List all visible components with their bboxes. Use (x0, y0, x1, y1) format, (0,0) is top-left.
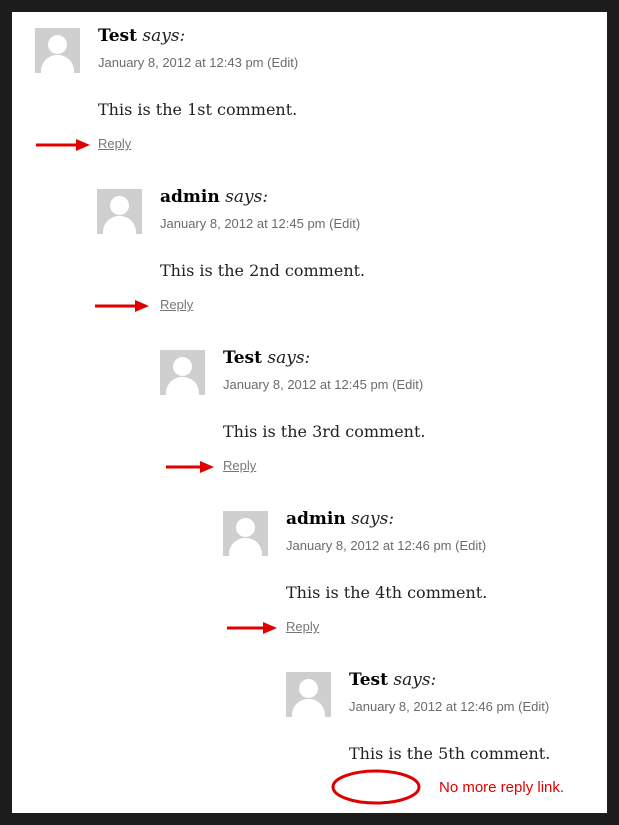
comment-author: Test (98, 26, 137, 46)
says-label: says: (351, 509, 395, 529)
annotation-note: No more reply link. (439, 779, 565, 796)
comment-date-link[interactable]: January 8, 2012 at 12:43 pm (Edit) (98, 55, 298, 70)
comment-body: This is the 4th comment. (286, 583, 488, 602)
red-circle-annotation (331, 769, 421, 805)
reply-link[interactable]: Reply (286, 619, 319, 634)
comment-author-line: admin says: (286, 509, 394, 529)
avatar-icon (97, 189, 142, 234)
comment-author: Test (223, 348, 262, 368)
says-label: says: (142, 26, 186, 46)
red-arrow-icon (95, 300, 149, 312)
avatar-icon (35, 28, 80, 73)
red-arrow-icon (227, 622, 277, 634)
comment-date-link[interactable]: January 8, 2012 at 12:46 pm (Edit) (286, 538, 486, 553)
avatar-icon (160, 350, 205, 395)
comment-body: This is the 5th comment. (349, 744, 551, 763)
red-arrow-icon (36, 139, 90, 151)
avatar-icon (286, 672, 331, 717)
comment-author: admin (286, 509, 346, 529)
reply-link[interactable]: Reply (98, 136, 131, 151)
comment-date-link[interactable]: January 8, 2012 at 12:46 pm (Edit) (349, 699, 549, 714)
says-label: says: (393, 670, 437, 690)
comment-body: This is the 3rd comment. (223, 422, 426, 441)
comment-date-link[interactable]: January 8, 2012 at 12:45 pm (Edit) (223, 377, 423, 392)
avatar-icon (223, 511, 268, 556)
comment-body: This is the 2nd comment. (160, 261, 366, 280)
reply-link[interactable]: Reply (223, 458, 256, 473)
reply-link[interactable]: Reply (160, 297, 193, 312)
says-label: says: (225, 187, 269, 207)
comment-date-link[interactable]: January 8, 2012 at 12:45 pm (Edit) (160, 216, 360, 231)
says-label: says: (267, 348, 311, 368)
page-frame: Test says: January 8, 2012 at 12:43 pm (… (12, 12, 607, 813)
comment-author-line: Test says: (223, 348, 310, 368)
comment-author-line: Test says: (98, 26, 185, 46)
red-arrow-icon (166, 461, 214, 473)
comment-author-line: admin says: (160, 187, 268, 207)
comment-body: This is the 1st comment. (98, 100, 298, 119)
comment-author: Test (349, 670, 388, 690)
comment-author-line: Test says: (349, 670, 436, 690)
comment-author: admin (160, 187, 220, 207)
